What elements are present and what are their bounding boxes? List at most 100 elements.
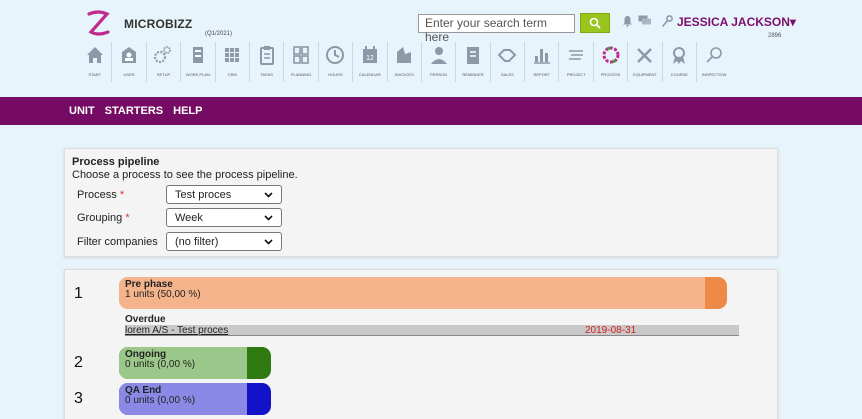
- bell-icon[interactable]: [620, 14, 634, 28]
- toolbar-item-hours[interactable]: HOURS: [319, 42, 354, 82]
- stage-bar-qa-end[interactable]: QA End 0 units (0,00 %): [119, 383, 271, 415]
- bar-chart-icon: [531, 44, 553, 66]
- nav-unit[interactable]: UNIT: [69, 105, 95, 117]
- toolbar-item-invoices[interactable]: INVOICES: [388, 42, 422, 82]
- person-icon: [428, 44, 450, 66]
- toolbar-label: CALENDAR: [358, 72, 381, 77]
- tools-icon: [634, 44, 656, 66]
- stage-units: 1 units (50,00 %): [125, 289, 201, 300]
- stage-bar-ongoing[interactable]: Ongoing 0 units (0,00 %): [119, 347, 271, 379]
- calendar-day: 12: [366, 55, 374, 62]
- toolbar-label: TASKS: [260, 72, 274, 77]
- grid-icon: [221, 44, 243, 66]
- toolbar-label: HOURS: [328, 72, 343, 77]
- toolbar-label: SALES: [500, 72, 514, 77]
- grouping-row: Grouping *: [77, 208, 167, 227]
- handshake-icon: [496, 44, 518, 66]
- pipeline-panel: 1 Pre phase 1 units (50,00 %) Overdue lo…: [64, 269, 778, 419]
- overdue-row: lorem A/S - Test proces 2019-08-31: [125, 325, 739, 336]
- nav-help[interactable]: HELP: [173, 105, 202, 117]
- toolbar-label: PERSON: [430, 72, 448, 77]
- toolbar-item-tasks[interactable]: TASKS: [250, 42, 285, 82]
- toolbar-label: REPORT: [533, 72, 551, 77]
- chevron-down-icon: [264, 238, 273, 245]
- search-icon: [589, 17, 601, 29]
- toolbar-label: WORK PLAN: [185, 72, 210, 77]
- toolbar-item-person[interactable]: PERSON: [422, 42, 457, 82]
- stage-title: Pre phase: [125, 279, 173, 290]
- toolbar-item-process[interactable]: PROCESS: [594, 42, 629, 82]
- microbizz-logo-icon[interactable]: [86, 10, 110, 36]
- filter-companies-select[interactable]: (no filter): [166, 232, 282, 251]
- toolbar-item-sales[interactable]: SALES: [491, 42, 526, 82]
- stage-bar-pre-phase[interactable]: Pre phase 1 units (50,00 %): [119, 277, 727, 309]
- toolbar-item-planning[interactable]: PLANNING: [284, 42, 319, 82]
- gears-icon: [152, 44, 174, 66]
- toolbar-label: START: [88, 72, 102, 77]
- stage-number: 3: [74, 390, 83, 407]
- toolbar-label: SETUP: [156, 72, 171, 77]
- grouping-label: Grouping: [77, 211, 123, 224]
- toolbar-item-course[interactable]: COURSE: [663, 42, 698, 82]
- user-menu[interactable]: JESSICA JACKSON▾: [677, 15, 796, 29]
- overdue-item-link[interactable]: lorem A/S - Test proces: [125, 325, 228, 336]
- brand-name: MICROBIZZ: [124, 17, 193, 31]
- toolbar-item-user[interactable]: USER: [112, 42, 147, 82]
- planning-icon: [290, 44, 312, 66]
- project-icon: [565, 44, 587, 66]
- toolbar-item-start[interactable]: START: [78, 42, 113, 82]
- search-input[interactable]: Enter your search term here: [418, 14, 575, 44]
- toolbar-item-setup[interactable]: SETUP: [147, 42, 182, 82]
- stage-units: 0 units (0,00 %): [125, 395, 196, 406]
- overdue-date: 2019-08-31: [585, 325, 637, 336]
- filter-companies-label: Filter companies: [77, 235, 158, 248]
- award-icon: [668, 44, 690, 66]
- chevron-down-icon: [264, 191, 273, 198]
- panel-title: Process pipeline: [72, 156, 160, 168]
- clock-icon: [324, 44, 346, 66]
- filter-companies-row: Filter companies: [77, 232, 167, 251]
- chevron-down-icon: [264, 214, 273, 221]
- chat-icon[interactable]: [638, 14, 652, 28]
- toolbar-item-work-plan[interactable]: WORK PLAN: [181, 42, 216, 82]
- nav-starters[interactable]: STARTERS: [105, 105, 163, 117]
- process-select[interactable]: Test proces: [166, 185, 282, 204]
- process-icon: [600, 44, 622, 66]
- magnifier-icon: [703, 44, 725, 66]
- home-icon: [84, 44, 106, 66]
- toolbar-label: USER: [123, 72, 135, 77]
- required-mark: *: [125, 211, 130, 224]
- toolbar-label: COURSE: [670, 72, 688, 77]
- panel-description: Choose a process to see the process pipe…: [72, 169, 298, 181]
- toolbar-item-report[interactable]: REPORT: [525, 42, 560, 82]
- stage-units: 0 units (0,00 %): [125, 359, 196, 370]
- search-button[interactable]: [580, 13, 610, 33]
- toolbar-label: INVOICES: [394, 72, 414, 77]
- top-header: MICROBIZZ (Q1/2021) Enter your search te…: [0, 0, 862, 97]
- reminder-icon: [462, 44, 484, 66]
- user-number: 2896: [768, 33, 782, 39]
- toolbar-label: PROJECT: [566, 72, 586, 77]
- invoice-icon: [393, 44, 415, 66]
- stage-number: 2: [74, 354, 83, 371]
- toolbar-item-project[interactable]: PROJECT: [559, 42, 594, 82]
- toolbar-item-crm[interactable]: CRM: [216, 42, 250, 82]
- toolbar-item-calendar[interactable]: 12 CALENDAR: [353, 42, 388, 82]
- workplan-icon: [187, 44, 209, 66]
- process-row: Process *: [77, 185, 167, 204]
- process-label: Process: [77, 188, 117, 201]
- toolbar-label: CRM: [227, 72, 237, 77]
- toolbar-label: EQUIPMENT: [633, 72, 657, 77]
- calendar-icon: 12: [359, 44, 381, 66]
- overdue-title: Overdue: [125, 314, 166, 325]
- toolbar-item-equipment[interactable]: EQUIPMENT: [628, 42, 663, 82]
- toolbar-item-reminder[interactable]: REMINDER: [456, 42, 491, 82]
- period-label: (Q1/2021): [205, 31, 233, 37]
- clipboard-icon: [256, 44, 278, 66]
- toolbar-label: INSPECTION: [702, 72, 727, 77]
- toolbar-item-inspection[interactable]: INSPECTION: [697, 42, 731, 82]
- key-icon[interactable]: [660, 14, 674, 28]
- main-toolbar: START USER SETUP WORK PLAN CRM TASKS PLANNING H…: [78, 42, 731, 82]
- grouping-select[interactable]: Week: [166, 208, 282, 227]
- filter-panel: Process pipeline Choose a process to see…: [64, 148, 778, 257]
